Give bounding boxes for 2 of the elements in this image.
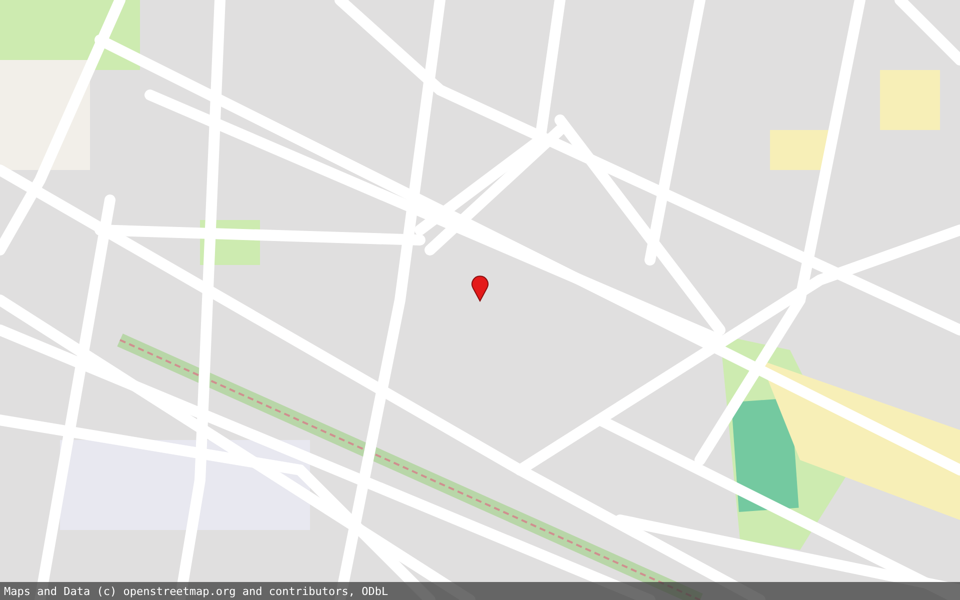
attribution-text: Maps and Data (c) openstreetmap.org and contributors, ODbL bbox=[4, 584, 388, 598]
map-pin-icon[interactable] bbox=[471, 274, 489, 302]
